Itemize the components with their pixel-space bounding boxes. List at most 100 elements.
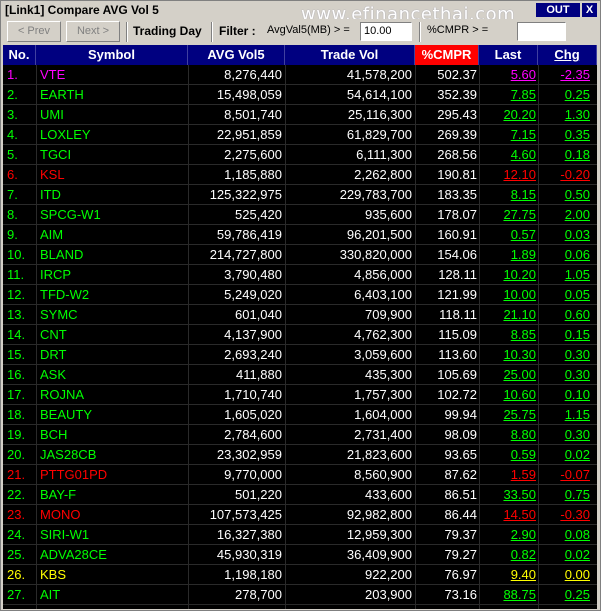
row-chg[interactable]: -0.20: [539, 165, 590, 185]
row-symbol[interactable]: TGCI: [40, 145, 190, 165]
table-row[interactable]: 20. JAS28CB 23,302,959 21,823,600 93.65 0.59 0…: [3, 445, 597, 465]
row-last[interactable]: 21.10: [481, 305, 536, 325]
table-row[interactable]: 14. CNT 4,137,900 4,762,300 115.09 8.85 0.15: [3, 325, 597, 345]
row-last[interactable]: 10.30: [481, 345, 536, 365]
table-row[interactable]: 3. UMI 8,501,740 25,116,300 295.43 20.20 1.30: [3, 105, 597, 125]
row-last[interactable]: 8.15: [481, 185, 536, 205]
table-row[interactable]: 21. PTTG01PD 9,770,000 8,560,900 87.62 1.59 -0…: [3, 465, 597, 485]
row-last[interactable]: 25.00: [481, 365, 536, 385]
header-no[interactable]: No.: [3, 45, 36, 65]
row-symbol[interactable]: ROJNA: [40, 385, 190, 405]
row-symbol[interactable]: KBS: [40, 565, 190, 585]
row-symbol[interactable]: AIM: [40, 225, 190, 245]
row-last[interactable]: 0.59: [481, 445, 536, 465]
row-last[interactable]: 10.20: [481, 265, 536, 285]
row-chg[interactable]: 1.30: [539, 105, 590, 125]
table-row[interactable]: 10. BLAND 214,727,800 330,820,000 154.06 1.89…: [3, 245, 597, 265]
table-row[interactable]: 17. ROJNA 1,710,740 1,757,300 102.72 10.60 0.1…: [3, 385, 597, 405]
row-chg[interactable]: 1.15: [539, 405, 590, 425]
cmpr-filter-input[interactable]: [517, 22, 566, 41]
row-symbol[interactable]: IRCP: [40, 265, 190, 285]
row-last[interactable]: 14.50: [481, 505, 536, 525]
row-symbol[interactable]: BEAUTY: [40, 405, 190, 425]
row-chg[interactable]: 0.35: [539, 125, 590, 145]
header-symbol[interactable]: Symbol: [36, 45, 188, 65]
table-row[interactable]: 18. BEAUTY 1,605,020 1,604,000 99.94 25.75 1.1…: [3, 405, 597, 425]
row-last[interactable]: 7.15: [481, 125, 536, 145]
table-row[interactable]: 12. TFD-W2 5,249,020 6,403,100 121.99 10.00 0.…: [3, 285, 597, 305]
row-chg[interactable]: 0.25: [539, 85, 590, 105]
row-chg[interactable]: 0.02: [539, 445, 590, 465]
header-trade-vol[interactable]: Trade Vol: [285, 45, 415, 65]
table-row[interactable]: 6. KSL 1,185,880 2,262,800 190.81 12.10 -0.20: [3, 165, 597, 185]
row-symbol[interactable]: AIT: [40, 585, 190, 605]
row-symbol[interactable]: EARTH: [40, 85, 190, 105]
table-row[interactable]: 27. AIT 278,700 203,900 73.16 88.75 0.25: [3, 585, 597, 605]
table-row[interactable]: 7. ITD 125,322,975 229,783,700 183.35 8.15 0.5…: [3, 185, 597, 205]
row-symbol[interactable]: ASK: [40, 365, 190, 385]
row-last[interactable]: 4.60: [481, 145, 536, 165]
row-chg[interactable]: 0.30: [539, 365, 590, 385]
row-symbol[interactable]: SYMC: [40, 305, 190, 325]
table-row[interactable]: 26. KBS 1,198,180 922,200 76.97 9.40 0.00: [3, 565, 597, 585]
row-chg[interactable]: 1.05: [539, 265, 590, 285]
row-last[interactable]: 0.82: [481, 545, 536, 565]
row-last[interactable]: 9.40: [481, 565, 536, 585]
row-symbol[interactable]: SIRI-W1: [40, 525, 190, 545]
header-cmpr[interactable]: %CMPR: [415, 45, 479, 65]
table-row[interactable]: 23. MONO 107,573,425 92,982,800 86.44 14.50 -0…: [3, 505, 597, 525]
row-symbol[interactable]: MONO: [40, 505, 190, 525]
row-last[interactable]: 1.89: [481, 245, 536, 265]
row-chg[interactable]: 0.30: [539, 345, 590, 365]
row-chg[interactable]: 0.15: [539, 325, 590, 345]
row-symbol[interactable]: TFD-W2: [40, 285, 190, 305]
row-last[interactable]: 7.85: [481, 85, 536, 105]
table-row[interactable]: 2. EARTH 15,498,059 54,614,100 352.39 7.85 0.2…: [3, 85, 597, 105]
table-row[interactable]: 9. AIM 59,786,419 96,201,500 160.91 0.57 0.03: [3, 225, 597, 245]
row-last[interactable]: 2.90: [481, 525, 536, 545]
row-last[interactable]: 1.59: [481, 465, 536, 485]
table-row[interactable]: 13. SYMC 601,040 709,900 118.11 21.10 0.60: [3, 305, 597, 325]
row-chg[interactable]: 0.10: [539, 385, 590, 405]
row-last[interactable]: 5.60: [481, 65, 536, 85]
table-row[interactable]: 15. DRT 2,693,240 3,059,600 113.60 10.30 0.30: [3, 345, 597, 365]
row-chg[interactable]: 0.18: [539, 145, 590, 165]
row-chg[interactable]: 0.25: [539, 585, 590, 605]
row-last[interactable]: 27.75: [481, 205, 536, 225]
table-row[interactable]: 22. BAY-F 501,220 433,600 86.51 33.50 0.75: [3, 485, 597, 505]
row-symbol[interactable]: CNT: [40, 325, 190, 345]
row-chg[interactable]: 0.06: [539, 245, 590, 265]
row-last[interactable]: 10.00: [481, 285, 536, 305]
row-symbol[interactable]: ITD: [40, 185, 190, 205]
row-last[interactable]: 88.75: [481, 585, 536, 605]
row-last[interactable]: 10.60: [481, 385, 536, 405]
table-row[interactable]: 16. ASK 411,880 435,300 105.69 25.00 0.30: [3, 365, 597, 385]
table-row[interactable]: 24. SIRI-W1 16,327,380 12,959,300 79.37 2.90 0…: [3, 525, 597, 545]
out-button[interactable]: OUT: [536, 3, 580, 17]
row-last[interactable]: 12.10: [481, 165, 536, 185]
table-row[interactable]: 1. VTE 8,276,440 41,578,200 502.37 5.60 -2.35: [3, 65, 597, 85]
row-symbol[interactable]: LOXLEY: [40, 125, 190, 145]
row-chg[interactable]: 0.30: [539, 425, 590, 445]
row-last[interactable]: 0.57: [481, 225, 536, 245]
row-chg[interactable]: 0.75: [539, 485, 590, 505]
header-last[interactable]: Last: [479, 45, 538, 65]
row-symbol[interactable]: ADVA28CE: [40, 545, 190, 565]
row-last[interactable]: 20.20: [481, 105, 536, 125]
row-chg[interactable]: 2.00: [539, 205, 590, 225]
row-chg[interactable]: 0.50: [539, 185, 590, 205]
row-chg[interactable]: -0.30: [539, 505, 590, 525]
header-avg-vol5[interactable]: AVG Vol5: [188, 45, 285, 65]
row-last[interactable]: 8.85: [481, 325, 536, 345]
row-symbol[interactable]: SPCG-W1: [40, 205, 190, 225]
row-chg[interactable]: 0.00: [539, 565, 590, 585]
table-row[interactable]: 5. TGCI 2,275,600 6,111,300 268.56 4.60 0.18: [3, 145, 597, 165]
header-chg[interactable]: Chg: [538, 45, 597, 65]
avg-filter-input[interactable]: 10.00: [360, 22, 412, 41]
prev-button[interactable]: < Prev: [7, 21, 61, 42]
row-last[interactable]: 25.75: [481, 405, 536, 425]
row-chg[interactable]: 0.02: [539, 545, 590, 565]
table-row[interactable]: 11. IRCP 3,790,480 4,856,000 128.11 10.20 1.05: [3, 265, 597, 285]
row-symbol[interactable]: VTE: [40, 65, 190, 85]
row-chg[interactable]: 0.60: [539, 305, 590, 325]
